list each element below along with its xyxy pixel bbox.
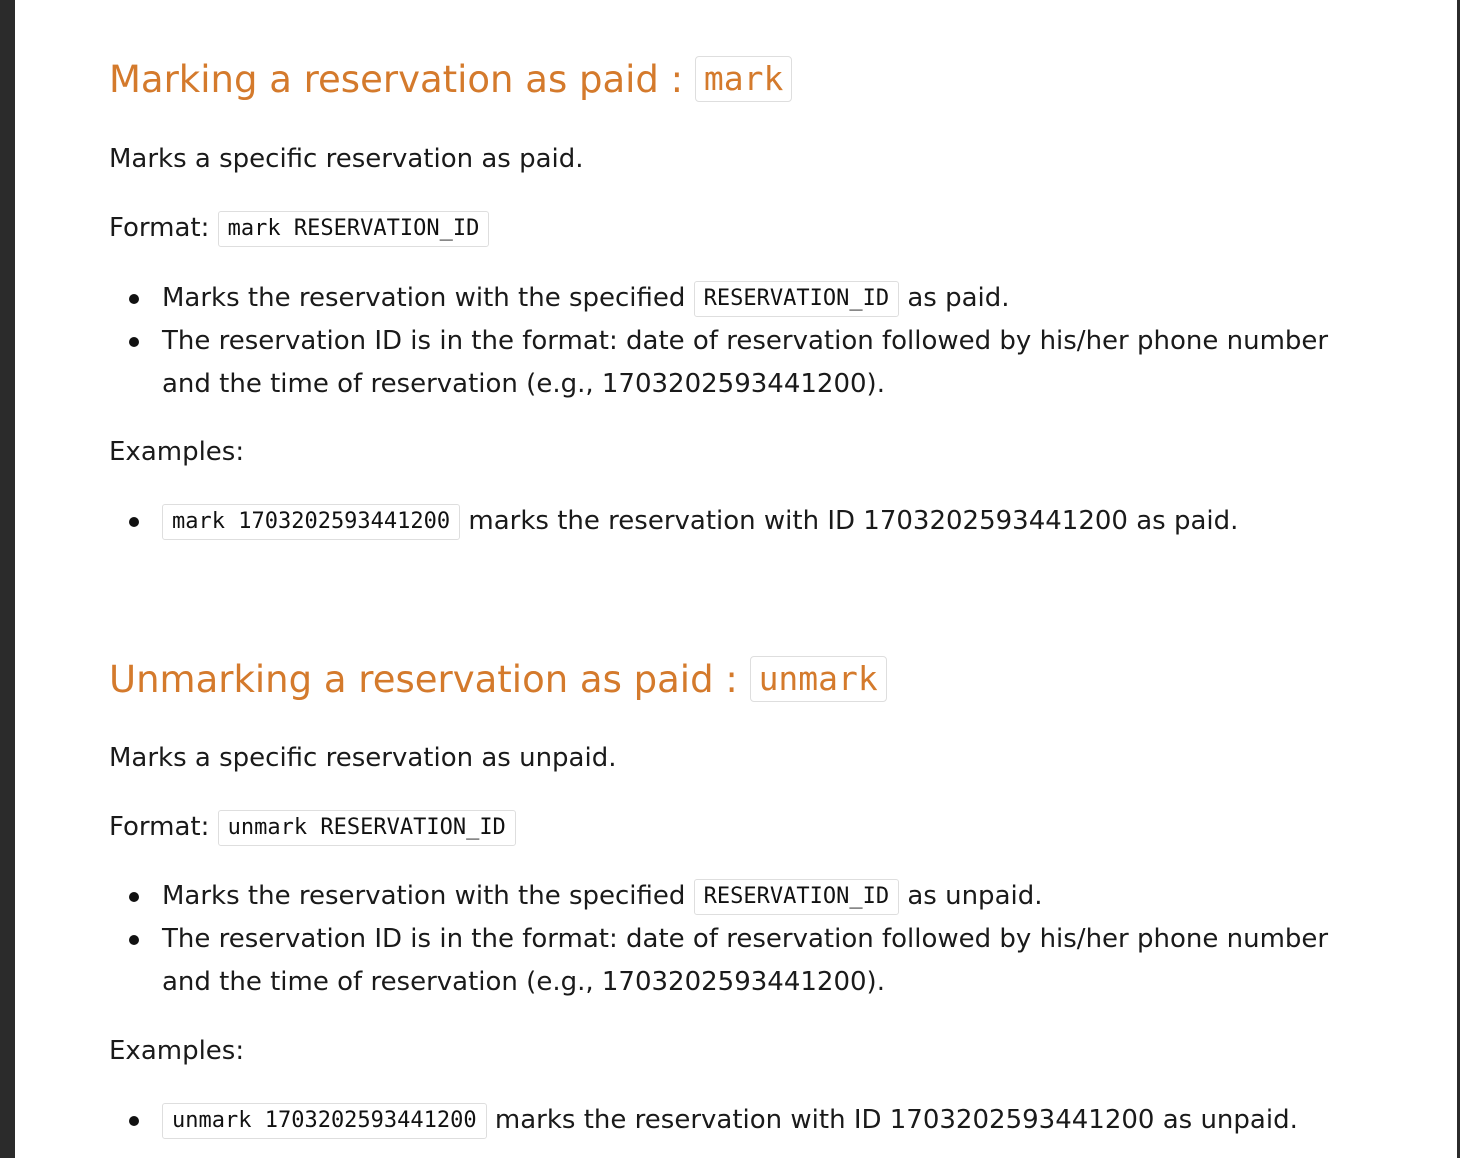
details-list: Marks the reservation with the specified…	[109, 875, 1369, 1004]
format-label: Format:	[109, 213, 210, 243]
format-code: unmark RESERVATION_ID	[217, 810, 516, 846]
bullet-text: Marks the reservation with the specified	[162, 881, 686, 911]
format-line: Format: unmark RESERVATION_ID	[109, 809, 516, 846]
heading-code: mark	[694, 56, 793, 102]
example-code: mark 1703202593441200	[162, 504, 461, 540]
format-code: mark RESERVATION_ID	[217, 211, 490, 247]
heading-text: Unmarking a reservation as paid :	[109, 658, 738, 701]
inline-code: RESERVATION_ID	[693, 879, 900, 915]
bullet-text: Marks the reservation with the specified	[162, 283, 686, 313]
heading-code: unmark	[749, 656, 887, 702]
examples-label: Examples:	[109, 1036, 245, 1066]
examples-list: mark 1703202593441200 marks the reservat…	[109, 500, 1369, 543]
example-code: unmark 1703202593441200	[162, 1103, 487, 1139]
examples-label: Examples:	[109, 437, 245, 467]
window-left-edge	[0, 0, 15, 1158]
section-heading-unmark: Unmarking a reservation as paid : unmark	[109, 655, 887, 705]
format-line: Format: mark RESERVATION_ID	[109, 210, 490, 247]
list-item: Marks the reservation with the specified…	[109, 875, 1369, 918]
list-item: mark 1703202593441200 marks the reservat…	[109, 500, 1369, 543]
format-label: Format:	[109, 812, 210, 842]
section-description: Marks a specific reservation as unpaid.	[109, 743, 617, 773]
section-heading-mark: Marking a reservation as paid : mark	[109, 55, 793, 105]
details-list: Marks the reservation with the specified…	[109, 277, 1369, 406]
bullet-text: as unpaid.	[907, 881, 1043, 911]
list-item: The reservation ID is in the format: dat…	[109, 320, 1369, 406]
example-text: marks the reservation with ID 1703202593…	[494, 1105, 1298, 1135]
list-item: Marks the reservation with the specified…	[109, 277, 1369, 320]
bullet-text: as paid.	[907, 283, 1010, 313]
example-text: marks the reservation with ID 1703202593…	[468, 506, 1239, 536]
list-item: unmark 1703202593441200 marks the reserv…	[109, 1099, 1369, 1142]
heading-text: Marking a reservation as paid :	[109, 58, 684, 101]
examples-list: unmark 1703202593441200 marks the reserv…	[109, 1099, 1369, 1142]
list-item: The reservation ID is in the format: dat…	[109, 918, 1369, 1004]
inline-code: RESERVATION_ID	[693, 281, 900, 317]
section-description: Marks a specific reservation as paid.	[109, 144, 584, 174]
